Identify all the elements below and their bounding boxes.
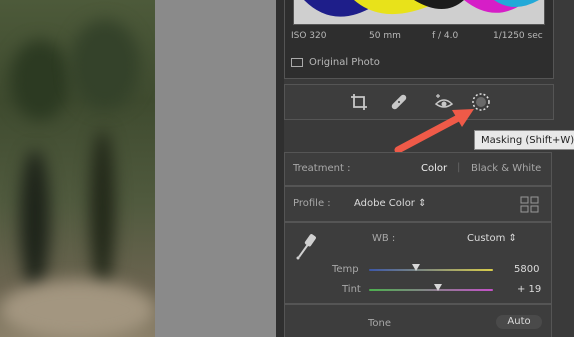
treatment-color-option[interactable]: Color bbox=[421, 163, 447, 174]
temp-value[interactable]: 5800 bbox=[514, 264, 539, 275]
masking-tooltip: Masking (Shift+W) bbox=[474, 130, 574, 150]
wb-section: WB : Custom ⇕ bbox=[284, 222, 552, 304]
crop-icon[interactable] bbox=[349, 92, 369, 112]
original-photo-toggle[interactable]: Original Photo bbox=[291, 57, 380, 68]
profile-section: Profile : Adobe Color ⇕ bbox=[284, 186, 552, 222]
exif-aperture: f / 4.0 bbox=[432, 31, 459, 41]
treatment-bw-option[interactable]: Black & White bbox=[471, 163, 541, 174]
exif-focal: 50 mm bbox=[369, 31, 401, 41]
canvas-background bbox=[155, 0, 276, 337]
tint-slider-track[interactable] bbox=[369, 289, 493, 291]
histogram-image bbox=[293, 0, 545, 25]
tint-label: Tint bbox=[342, 284, 361, 295]
eyedropper-icon[interactable] bbox=[293, 231, 319, 261]
treatment-label: Treatment : bbox=[293, 163, 351, 174]
treatment-section: Treatment : Color | Black & White bbox=[284, 152, 552, 186]
wb-label: WB : bbox=[372, 233, 396, 244]
temp-label: Temp bbox=[332, 264, 359, 275]
separator: | bbox=[457, 162, 461, 173]
temp-slider-track[interactable] bbox=[369, 269, 493, 271]
panel-edge bbox=[276, 0, 284, 337]
original-photo-label: Original Photo bbox=[309, 57, 380, 68]
photo-preview bbox=[0, 0, 155, 337]
tone-label: Tone bbox=[368, 318, 392, 329]
tint-slider-thumb[interactable] bbox=[434, 284, 443, 291]
temp-slider-thumb[interactable] bbox=[412, 264, 421, 271]
profile-dropdown[interactable]: Adobe Color ⇕ bbox=[354, 198, 426, 209]
wb-dropdown[interactable]: Custom ⇕ bbox=[467, 233, 517, 244]
annotation-arrow bbox=[394, 109, 474, 154]
checkbox-icon[interactable] bbox=[291, 58, 303, 67]
exif-iso: ISO 320 bbox=[291, 31, 327, 41]
profile-label: Profile : bbox=[293, 198, 331, 209]
profile-browser-icon[interactable] bbox=[520, 196, 540, 214]
auto-tone-button[interactable]: Auto bbox=[496, 315, 542, 329]
exif-shutter: 1/1250 sec bbox=[493, 31, 543, 41]
histogram-graphic bbox=[294, 0, 544, 24]
tint-value[interactable]: + 19 bbox=[517, 284, 541, 295]
